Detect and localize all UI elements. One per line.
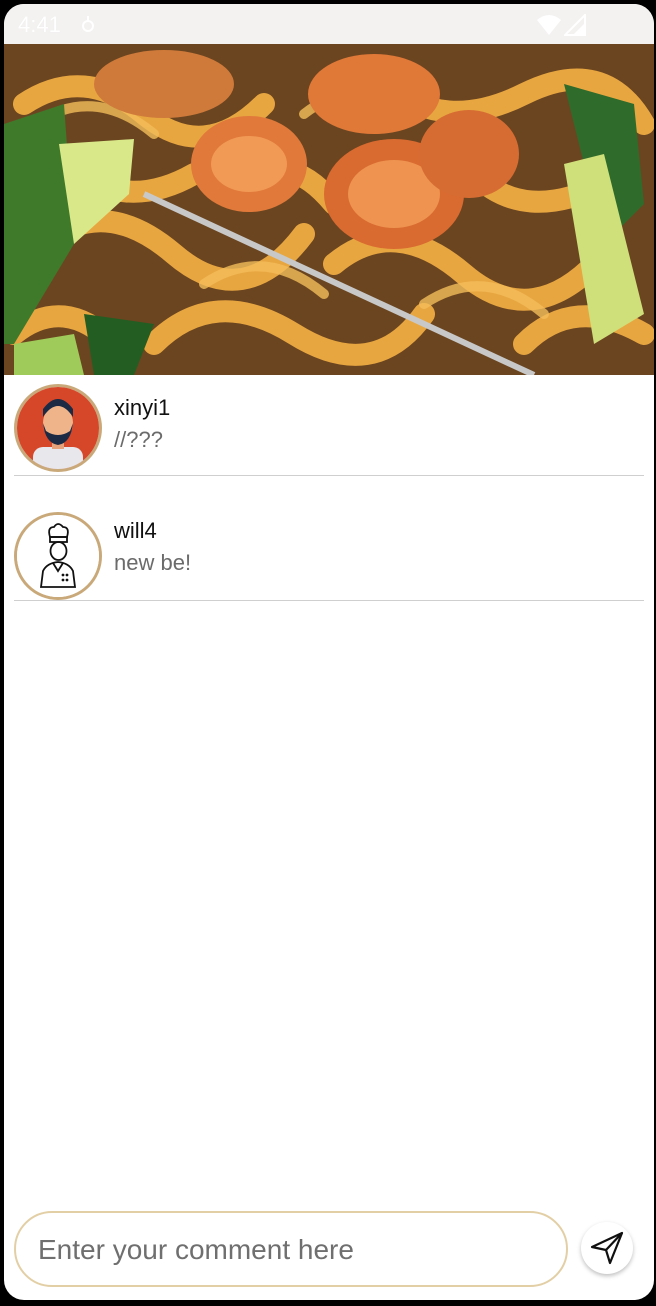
comment-input-container (14, 1211, 568, 1287)
hero-food-image (4, 44, 654, 375)
comment-item: xinyi1 //??? (14, 375, 644, 476)
comment-input[interactable] (36, 1227, 540, 1273)
status-bar: 4:41 (4, 4, 654, 44)
comment-username[interactable]: will4 (114, 518, 157, 544)
send-button[interactable] (581, 1222, 633, 1274)
wifi-icon (536, 14, 562, 36)
signal-icon (562, 12, 586, 36)
chef-avatar[interactable] (14, 512, 102, 600)
comment-item: will4 new be! (14, 476, 644, 601)
send-icon (590, 1231, 624, 1265)
bearded-man-avatar[interactable] (14, 384, 102, 472)
comment-username[interactable]: xinyi1 (114, 395, 170, 421)
app-screen: 4:41 xinyi1 //??? will4 new be! Enter yo… (4, 4, 654, 1300)
status-time: 4:41 (18, 12, 61, 37)
comment-text: //??? (114, 427, 163, 452)
notification-icon (80, 14, 96, 34)
comment-text: new be! (114, 550, 192, 575)
